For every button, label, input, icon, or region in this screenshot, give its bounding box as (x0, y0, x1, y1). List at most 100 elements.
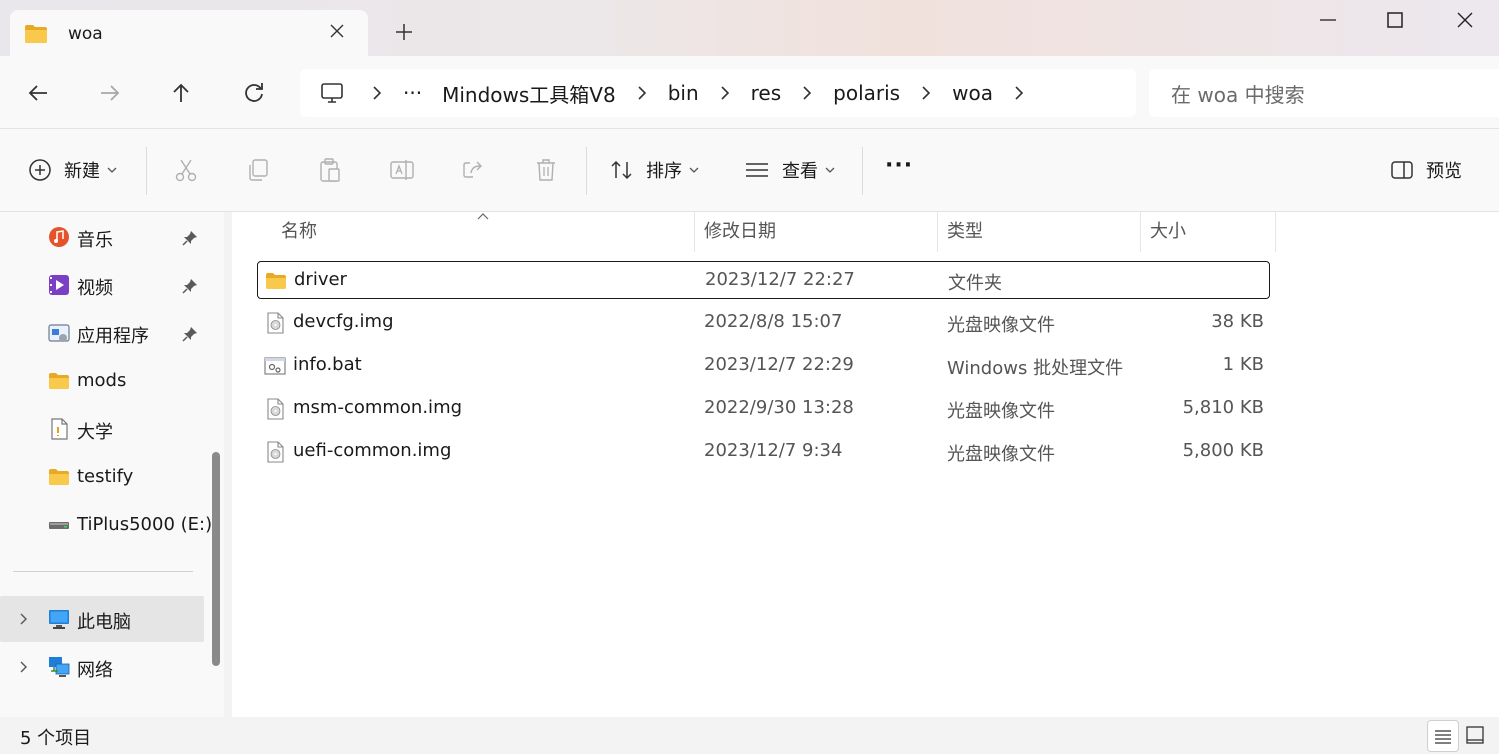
network-icon (49, 657, 70, 677)
table-row[interactable]: info.bat 2023/12/7 22:29 Windows 批处理文件 1… (257, 347, 1270, 385)
file-name: uefi-common.img (293, 440, 452, 461)
computer-icon (49, 610, 69, 629)
search-box[interactable]: 在 woa 中搜索 (1149, 69, 1499, 117)
sidebar-item-video[interactable]: 视频 (0, 262, 204, 308)
file-name: devcfg.img (293, 311, 394, 332)
table-row[interactable]: devcfg.img 2022/8/8 15:07 光盘映像文件 38 KB (257, 304, 1270, 342)
sidebar-item-mods[interactable]: mods (0, 358, 204, 404)
forward-icon[interactable] (97, 80, 123, 106)
file-date: 2023/12/7 9:34 (704, 440, 843, 461)
breadcrumb-item-res[interactable]: res (751, 81, 782, 105)
breadcrumb-item-woa[interactable]: woa (952, 81, 993, 105)
file-name: msm-common.img (293, 397, 463, 418)
chevron-right-icon[interactable] (16, 660, 30, 674)
breadcrumb-item-mindows[interactable]: Mindows工具箱V8 (442, 79, 616, 108)
sidebar-item-label: TiPlus5000 (E:) (77, 514, 213, 535)
sidebar-scrollbar[interactable] (212, 452, 220, 666)
table-row[interactable]: uefi-common.img 2023/12/7 9:34 光盘映像文件 5,… (257, 433, 1270, 471)
sidebar-item-apps[interactable]: 应用程序 (0, 310, 204, 356)
sort-button[interactable]: 排序 (610, 157, 700, 183)
sidebar-item-drive-e[interactable]: TiPlus5000 (E:) (0, 502, 212, 548)
minimize-icon[interactable] (1316, 8, 1340, 32)
sidebar-divider (13, 571, 193, 572)
new-tab-icon[interactable] (394, 22, 414, 42)
breadcrumb-item-bin[interactable]: bin (668, 81, 699, 105)
view-button[interactable]: 查看 (744, 157, 836, 183)
file-size: 5,810 KB (1182, 397, 1264, 418)
maximize-icon[interactable] (1383, 8, 1407, 32)
pin-icon[interactable] (182, 278, 198, 294)
refresh-icon[interactable] (241, 80, 267, 106)
chevron-right-icon[interactable] (16, 612, 30, 626)
search-placeholder[interactable]: 在 woa 中搜索 (1171, 79, 1305, 108)
navigation-pane: 音乐 视频 应用程序 mods 大学 testify TiPlus5000 (E… (0, 212, 224, 717)
chevron-right-icon[interactable] (919, 85, 933, 101)
chevron-right-icon[interactable] (370, 85, 384, 101)
pin-icon[interactable] (182, 230, 198, 246)
sidebar-item-testify[interactable]: testify (0, 454, 204, 500)
sidebar-item-this-pc[interactable]: 此电脑 (0, 596, 204, 642)
breadcrumb-overflow[interactable]: ··· (403, 81, 422, 105)
disc-image-icon (267, 398, 284, 420)
share-icon[interactable] (461, 157, 487, 183)
file-type: 光盘映像文件 (947, 444, 1055, 465)
table-row[interactable]: msm-common.img 2022/9/30 13:28 光盘映像文件 5,… (257, 390, 1270, 428)
command-bar: 新建 排序 查看 ··· 预览 (0, 128, 1499, 212)
delete-icon[interactable] (533, 157, 559, 183)
chevron-right-icon[interactable] (800, 85, 814, 101)
toolbar-divider (146, 147, 147, 195)
tiles-view-icon (1466, 726, 1484, 744)
file-size: 38 KB (1211, 311, 1264, 332)
disc-image-icon (267, 312, 284, 334)
sidebar-item-network[interactable]: 网络 (0, 644, 204, 690)
column-header-type[interactable]: 类型 (938, 212, 1140, 252)
file-date: 2023/12/7 22:29 (704, 354, 854, 375)
document-icon (51, 418, 68, 440)
copy-icon[interactable] (245, 157, 271, 183)
column-header-name[interactable]: 名称 (272, 212, 694, 252)
up-icon[interactable] (168, 80, 194, 106)
toolbar-divider (586, 147, 587, 195)
file-list: 名称 修改日期 类型 大小 driver 2023/12/7 22:27 文件夹… (232, 212, 1499, 717)
more-options-button[interactable]: ··· (885, 153, 913, 178)
file-type: Windows 批处理文件 (947, 358, 1124, 379)
close-tab-icon[interactable] (328, 22, 346, 40)
breadcrumb-item-polaris[interactable]: polaris (833, 81, 900, 105)
new-label: 新建 (64, 161, 100, 182)
column-header-date[interactable]: 修改日期 (695, 212, 937, 252)
new-button[interactable]: 新建 (28, 157, 118, 183)
sidebar-item-label: testify (77, 466, 134, 487)
computer-icon[interactable] (320, 81, 344, 105)
details-view-button[interactable] (1427, 720, 1459, 752)
chevron-right-icon[interactable] (718, 85, 732, 101)
back-icon[interactable] (25, 80, 51, 106)
chevron-right-icon[interactable] (1012, 85, 1026, 101)
table-row[interactable]: driver 2023/12/7 22:27 文件夹 (257, 261, 1270, 299)
preview-pane-button[interactable]: 预览 (1390, 157, 1462, 183)
sidebar-item-label: 视频 (77, 278, 113, 299)
cut-icon[interactable] (173, 157, 199, 183)
column-divider[interactable] (1275, 212, 1276, 252)
chevron-down-icon (825, 167, 835, 173)
pin-icon[interactable] (182, 326, 198, 342)
sidebar-item-label: 大学 (77, 422, 113, 443)
sidebar-item-label: mods (77, 370, 127, 391)
paste-icon[interactable] (317, 157, 343, 183)
folder-icon (49, 469, 69, 485)
breadcrumb[interactable]: ··· Mindows工具箱V8 bin res polaris woa (300, 69, 1136, 117)
file-date: 2023/12/7 22:27 (705, 269, 855, 290)
file-name: driver (294, 269, 347, 290)
status-bar: 5 个项目 (0, 717, 1499, 754)
video-icon (49, 275, 69, 295)
sidebar-item-university[interactable]: 大学 (0, 406, 204, 452)
rename-icon[interactable] (389, 157, 415, 183)
preview-pane-icon (1391, 161, 1413, 179)
sidebar-item-music[interactable]: 音乐 (0, 214, 204, 260)
chevron-right-icon[interactable] (635, 85, 649, 101)
tab-woa[interactable]: woa (10, 10, 368, 58)
close-window-icon[interactable] (1453, 8, 1477, 32)
sort-label: 排序 (646, 161, 682, 182)
column-header-size[interactable]: 大小 (1141, 212, 1275, 252)
tiles-view-button[interactable] (1461, 720, 1493, 752)
sidebar-item-label: 音乐 (77, 230, 113, 251)
